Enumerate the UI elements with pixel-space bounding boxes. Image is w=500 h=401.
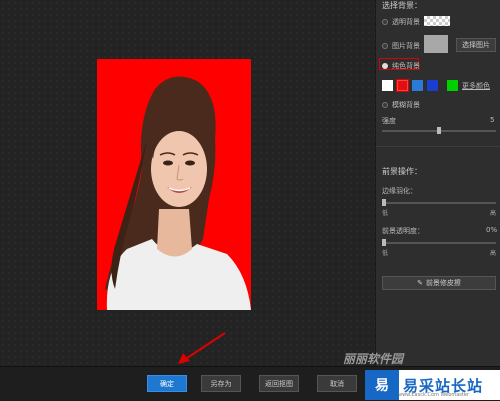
fg-opacity-slider[interactable] [382,239,496,246]
strength-value: 5 [490,116,495,124]
brand-logo-icon: 易 [365,370,399,400]
canvas-area [0,0,375,366]
portrait-photo [97,59,251,310]
image-bg-preview [424,35,448,53]
solid-bg-label: 纯色背景 [392,62,420,70]
color-white[interactable] [382,80,393,91]
strength-label: 强度 [382,117,396,125]
foreground-title: 前景操作： [382,167,422,176]
image-bg-label: 图片背景 [392,42,420,50]
watermark-logo-text: 丽丽软件园 [343,352,404,366]
radio-blur[interactable] [382,102,388,108]
strength-slider-thumb[interactable] [437,127,441,134]
foreground-eraser-label: 前景修皮擦 [425,279,461,287]
edge-feather-slider[interactable] [382,199,496,206]
eraser-icon: ✎ [417,279,423,287]
strength-slider[interactable] [382,127,496,134]
option-image-bg[interactable]: 图片背景 [382,41,420,51]
opacity-high-label: 高 [490,250,497,257]
save-as-button[interactable]: 另存为 [201,375,241,392]
back-to-cutout-button[interactable]: 返回抠图 [259,375,299,392]
feather-high-label: 高 [490,210,497,217]
transparent-bg-label: 透明背景 [392,18,420,26]
arrow-annotation-icon [178,332,226,364]
fg-opacity-label: 前景透明度： [382,227,424,235]
transparent-swatch [424,16,450,26]
color-blue[interactable] [412,80,423,91]
fg-opacity-thumb[interactable] [382,239,386,246]
foreground-eraser-button[interactable]: ✎ 前景修皮擦 [382,276,496,290]
select-image-button[interactable]: 选择图片 [456,38,496,52]
edge-feather-thumb[interactable] [382,199,386,206]
radio-transparent[interactable] [382,19,388,25]
option-blur-bg[interactable]: 模糊背景 [382,100,420,110]
radio-solid[interactable] [382,63,388,69]
color-red[interactable] [396,79,409,92]
confirm-button[interactable]: 确定 [147,375,187,392]
blur-bg-label: 模糊背景 [392,101,420,109]
option-transparent-bg[interactable]: 透明背景 [382,17,420,27]
more-colors-link[interactable]: 更多颜色 [462,81,490,91]
color-green[interactable] [447,80,458,91]
panel-divider [376,146,500,147]
option-solid-bg[interactable]: 纯色背景 [382,61,420,71]
feather-low-label: 低 [382,210,389,217]
opacity-low-label: 低 [382,250,389,257]
select-background-title: 选择背景： [382,1,422,10]
fg-opacity-value: 0% [486,226,498,234]
brand-url: www.Easck.Com Webmaster [398,392,470,398]
settings-panel: 选择背景： 透明背景 图片背景 选择图片 纯色背景 更多颜色 模糊背景 强度 5… [375,0,500,366]
radio-image[interactable] [382,43,388,49]
edge-feather-label: 边缘羽化： [382,187,417,195]
cancel-button[interactable]: 取消 [317,375,357,392]
color-dark-blue[interactable] [427,80,438,91]
